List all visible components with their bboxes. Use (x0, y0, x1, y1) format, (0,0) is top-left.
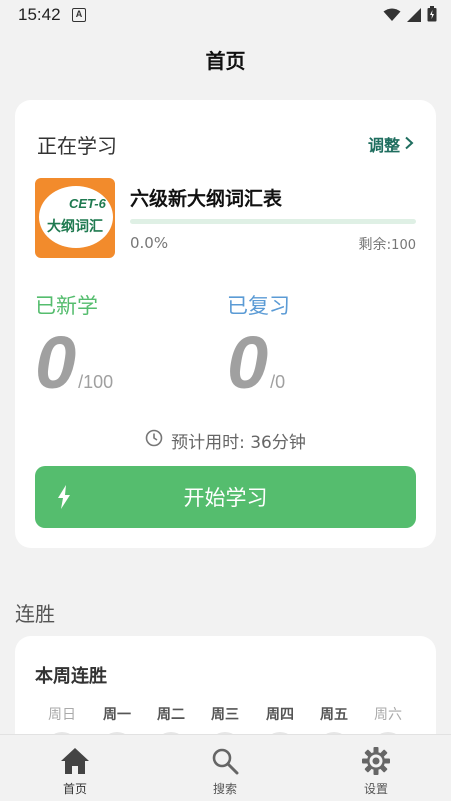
page-title: 首页 (205, 48, 246, 73)
nav-search[interactable]: 搜索 (185, 735, 265, 801)
book-cover-cet: CET-6 (69, 196, 106, 211)
new-learned-total: /100 (78, 372, 114, 392)
reviewed-label: 已复习 (227, 294, 290, 318)
reviewed-stat: 已复习 0/0 (227, 290, 290, 400)
status-time: 15:42 (18, 5, 61, 24)
start-learning-button[interactable]: 开始学习 (35, 466, 416, 528)
app-header: 首页 (0, 30, 451, 88)
weekday-wed: 周三 (211, 707, 239, 723)
status-icons (383, 6, 437, 26)
signal-icon (407, 7, 421, 26)
progress-bar (130, 219, 416, 224)
weekday-thu: 周四 (266, 707, 294, 723)
new-learned-count: 0 (35, 321, 77, 404)
learning-title: 正在学习 (37, 134, 117, 158)
lightning-icon (57, 485, 71, 513)
home-icon (60, 745, 90, 777)
nav-settings[interactable]: 设置 (336, 735, 416, 801)
new-learned-stat: 已新学 0/100 (35, 290, 113, 400)
weekday-fri: 周五 (320, 707, 348, 723)
adjust-label: 调整 (367, 136, 400, 155)
status-bar: 15:42 A (0, 0, 451, 30)
book-cover[interactable]: CET-6 大纲词汇 (35, 178, 115, 258)
weekday-sun: 周日 (48, 707, 76, 723)
remaining-value: 100 (391, 238, 416, 253)
learning-card: 正在学习 调整 CET-6 大纲词汇 六级新大纲词汇表 0.0% 剩余:100 … (15, 100, 436, 548)
adjust-button[interactable]: 调整 (368, 132, 414, 156)
progress-percent: 0.0% (130, 234, 169, 252)
chevron-right-icon (404, 135, 414, 154)
battery-icon (427, 6, 437, 26)
book-name: 六级新大纲词汇表 (130, 188, 283, 210)
new-learned-value: 0/100 (35, 326, 113, 400)
book-cover-title: 大纲词汇 (47, 219, 103, 235)
clock-icon (145, 429, 163, 452)
wifi-icon (383, 7, 401, 26)
reviewed-count: 0 (227, 321, 269, 404)
notification-a-icon: A (72, 8, 86, 22)
weekday-mon: 周一 (103, 707, 131, 723)
nav-search-label: 搜索 (212, 782, 237, 796)
nav-settings-label: 设置 (363, 782, 388, 796)
start-learning-label: 开始学习 (183, 486, 268, 510)
remaining-label: 剩余: (358, 237, 392, 253)
streak-section-title: 连胜 (15, 602, 55, 626)
streak-card-title: 本周连胜 (35, 666, 107, 687)
weekday-tue: 周二 (157, 707, 185, 723)
nav-home-label: 首页 (62, 782, 87, 796)
weekday-sat: 周六 (374, 707, 402, 723)
gear-icon (361, 745, 391, 777)
bottom-nav: 首页 搜索 设置 (0, 734, 451, 801)
new-learned-label: 已新学 (35, 294, 98, 318)
estimated-time-text: 预计用时: 36分钟 (171, 433, 306, 453)
nav-home[interactable]: 首页 (35, 735, 115, 801)
estimated-time: 预计用时: 36分钟 (15, 428, 436, 453)
reviewed-total: /0 (270, 372, 286, 392)
remaining-count: 剩余:100 (358, 234, 416, 254)
search-icon (211, 745, 239, 777)
reviewed-value: 0/0 (227, 326, 285, 400)
